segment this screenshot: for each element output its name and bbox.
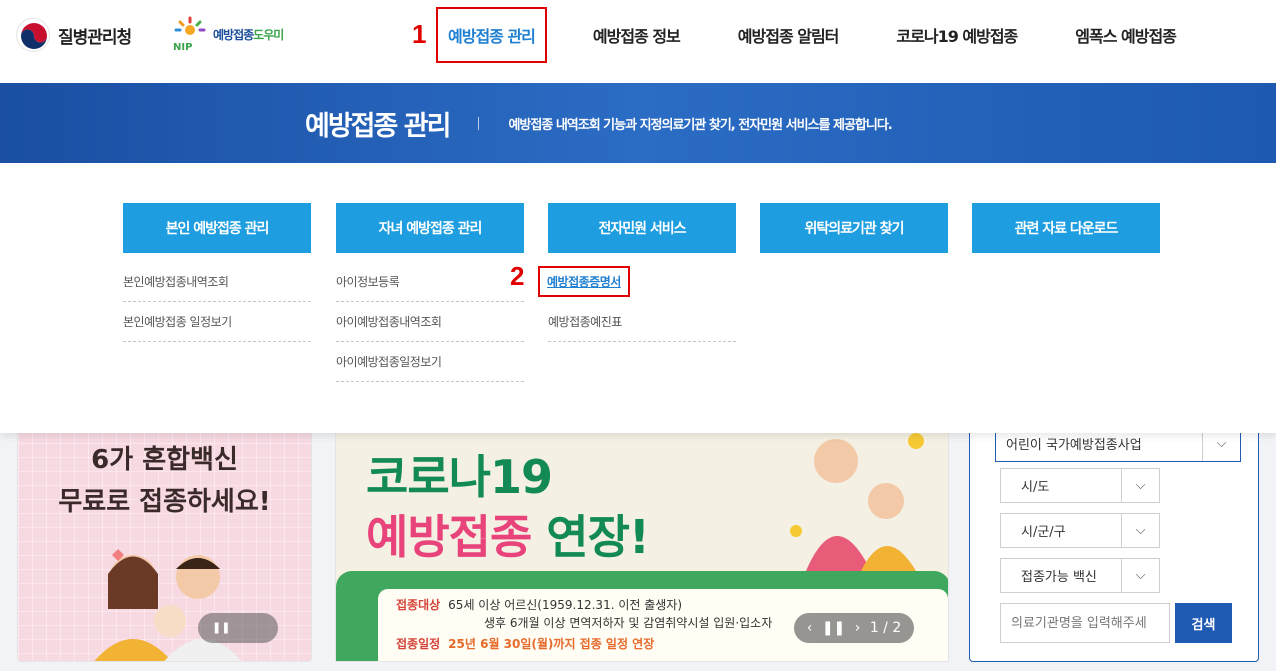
promo-left-line2: 무료로 접종하세요! xyxy=(58,487,271,517)
nav-vaccination-management[interactable]: 예방접종 관리 xyxy=(436,7,547,63)
search-button[interactable]: 검색 xyxy=(1175,603,1232,643)
schedule-label: 접종일정 xyxy=(396,637,441,651)
sido-select-value: 시/도 xyxy=(1021,480,1050,495)
menu-item-child-register[interactable]: 아이정보등록 xyxy=(336,262,524,302)
menu-column-child: 자녀 예방접종 관리 아이정보등록 아이예방접종내역조회 아이예방접종일정보기 xyxy=(336,203,524,382)
kdca-logo[interactable]: 질병관리청 xyxy=(16,18,132,52)
sido-select[interactable]: 시/도 ⌵ xyxy=(1000,468,1160,503)
chevron-down-icon: ⌵ xyxy=(1121,514,1159,547)
schedule-text: 25년 6월 30일(월)까지 접종 일정 연장 xyxy=(448,637,655,651)
nav-mpox-vaccination[interactable]: 엠폭스 예방접종 xyxy=(1063,7,1188,63)
promo-mid-line2a: 예방접종 xyxy=(366,510,532,564)
nip-logo[interactable]: NIP 예방접종도우미 xyxy=(171,16,284,53)
chevron-down-icon: ⌵ xyxy=(1121,559,1159,592)
target-label: 접종대상 xyxy=(396,598,441,612)
target-text-2: 생후 6개월 이상 면역저하자 및 감염취약시설 입원·입소자 xyxy=(484,616,773,630)
vaccine-select[interactable]: 접종가능 백신 ⌵ xyxy=(1000,558,1160,593)
nav-covid19-vaccination[interactable]: 코로나19 예방접종 xyxy=(884,7,1029,63)
promo-card-covid19[interactable]: 코로나19 예방접종 연장! 접종대상 65세 이상 어르신(1959.12.31… xyxy=(335,400,949,662)
menu-column-clinic: 위탁의료기관 찾기 xyxy=(760,203,948,253)
marker-1: 1 xyxy=(412,19,427,49)
pause-icon[interactable]: ❚❚ xyxy=(822,620,845,636)
program-select-value: 어린이 국가예방접종사업 xyxy=(1006,437,1142,453)
kdca-emblem-icon xyxy=(16,18,50,52)
promo-left-pause-button[interactable]: ❚❚ xyxy=(198,613,278,643)
nav-vaccination-notice[interactable]: 예방접종 알림터 xyxy=(726,7,851,63)
clinic-name-input[interactable] xyxy=(1000,603,1170,643)
menu-head-find-clinic[interactable]: 위탁의료기관 찾기 xyxy=(760,203,948,253)
main-nav: 예방접종 관리 예방접종 정보 예방접종 알림터 코로나19 예방접종 엠폭스 … xyxy=(436,0,1222,70)
mega-menu: 본인 예방접종 관리 본인예방접종내역조회 본인예방접종 일정보기 자녀 예방접… xyxy=(0,163,1276,433)
svg-text:NIP: NIP xyxy=(173,42,192,52)
section-banner: 예방접종 관리 예방접종 내역조회 기능과 지정의료기관 찾기, 전자민원 서비… xyxy=(0,83,1276,163)
menu-head-self-management[interactable]: 본인 예방접종 관리 xyxy=(123,203,311,253)
menu-item-child-history[interactable]: 아이예방접종내역조회 xyxy=(336,302,524,342)
menu-column-eservice: 전자민원 서비스 예방접종증명서 예방접종예진표 xyxy=(538,203,736,342)
agency-name: 질병관리청 xyxy=(58,27,132,48)
promo-card-hexavalent[interactable]: 6가 혼합백신 무료로 접종하세요! ❚❚ xyxy=(17,400,312,662)
nip-text-accent: 도우미 xyxy=(253,27,284,42)
vaccine-select-value: 접종가능 백신 xyxy=(1021,570,1097,585)
slide-pager: 1 / 2 xyxy=(869,620,902,636)
family-illustration-icon xyxy=(94,549,242,661)
next-slide-icon[interactable]: › xyxy=(855,620,861,636)
banner-title: 예방접종 관리 xyxy=(305,110,451,142)
promo-left-line1: 6가 혼합백신 xyxy=(91,445,238,475)
menu-item-prescreening-form[interactable]: 예방접종예진표 xyxy=(548,302,736,342)
banner-divider xyxy=(478,116,480,130)
chevron-down-icon: ⌵ xyxy=(1121,469,1159,502)
marker-2: 2 xyxy=(510,261,525,291)
menu-item-vaccination-certificate[interactable]: 예방접종증명서 xyxy=(538,262,736,302)
menu-head-e-service[interactable]: 전자민원 서비스 xyxy=(548,203,736,253)
sigungu-select[interactable]: 시/군/구 ⌵ xyxy=(1000,513,1160,548)
nav-vaccination-info[interactable]: 예방접종 정보 xyxy=(581,7,692,63)
site-header: 질병관리청 NIP 예방접종도우미 1 예방접종 관리 예방접종 정보 예방접종… xyxy=(0,0,1276,83)
nip-text-main: 예방접종 xyxy=(213,27,254,42)
menu-item-self-history[interactable]: 본인예방접종내역조회 xyxy=(123,262,311,302)
banner-description: 예방접종 내역조회 기능과 지정의료기관 찾기, 전자민원 서비스를 제공합니다… xyxy=(508,117,892,133)
slide-controls: ‹ ❚❚ › 1 / 2 xyxy=(794,613,914,643)
promo-mid-line2b: 연장! xyxy=(546,510,650,564)
menu-column-download: 관련 자료 다운로드 xyxy=(972,203,1160,253)
menu-head-child-management[interactable]: 자녀 예방접종 관리 xyxy=(336,203,524,253)
prev-slide-icon[interactable]: ‹ xyxy=(807,620,813,636)
menu-column-self: 본인 예방접종 관리 본인예방접종내역조회 본인예방접종 일정보기 xyxy=(123,203,311,342)
promo-mid-line1: 코로나19 xyxy=(366,450,553,504)
target-text: 65세 이상 어르신(1959.12.31. 이전 출생자) xyxy=(448,598,683,612)
nip-sun-icon: NIP xyxy=(171,16,209,53)
family-vaccine-illustration-icon xyxy=(790,433,924,571)
menu-item-self-schedule[interactable]: 본인예방접종 일정보기 xyxy=(123,302,311,342)
menu-item-child-schedule[interactable]: 아이예방접종일정보기 xyxy=(336,342,524,382)
menu-head-downloads[interactable]: 관련 자료 다운로드 xyxy=(972,203,1160,253)
sigungu-select-value: 시/군/구 xyxy=(1021,525,1066,540)
